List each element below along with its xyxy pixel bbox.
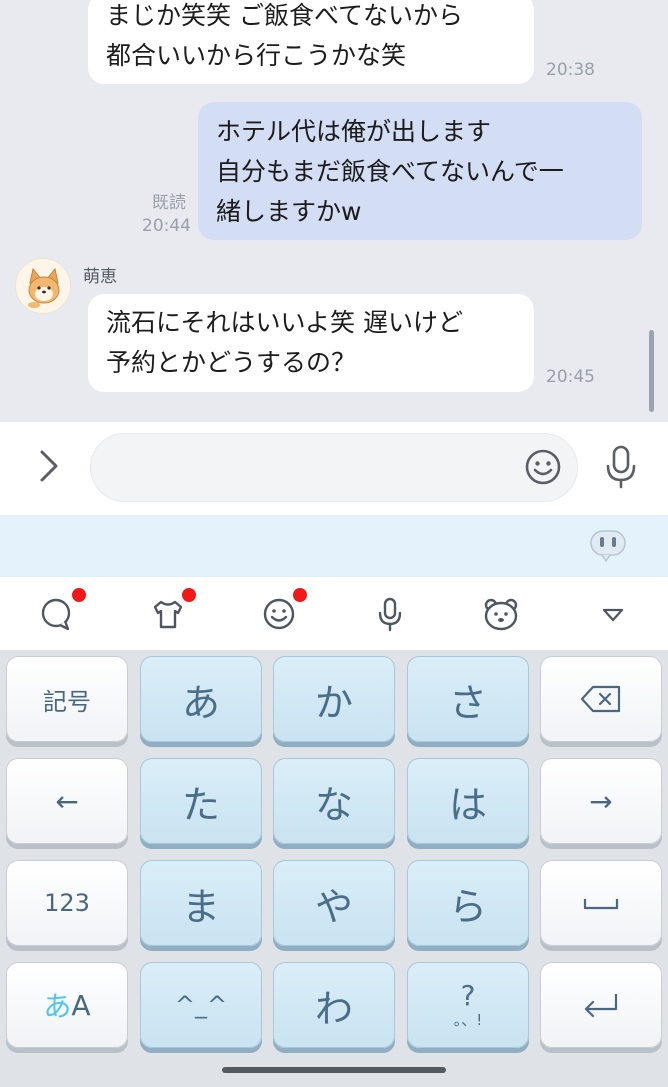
- outgoing-message-bubble[interactable]: ホテル代は俺が出します 自分もまだ飯食べてないんで一 緒しますかw: [198, 102, 642, 240]
- punctuation-key[interactable]: ? 。、!: [407, 962, 529, 1048]
- key-label: な: [314, 782, 353, 827]
- key-label: ←: [55, 784, 79, 818]
- toolbar-chat-button[interactable]: [38, 588, 86, 634]
- key-label: あ: [181, 680, 220, 725]
- key-ka[interactable]: か: [273, 656, 395, 742]
- key-a[interactable]: あ: [140, 656, 262, 742]
- key-label: や: [314, 884, 353, 929]
- space-icon: [583, 899, 619, 910]
- key-ya[interactable]: や: [273, 860, 395, 946]
- key-sa[interactable]: さ: [407, 656, 529, 742]
- key-ma[interactable]: ま: [140, 860, 262, 946]
- keyboard-toolbar: [0, 577, 668, 650]
- message-text-line: まじか笑笑 ご飯食べてないから: [106, 1, 463, 30]
- key-na[interactable]: な: [273, 758, 395, 844]
- flick-keyboard: 記号 あ か さ ← た な は → 123 ま や ら あ A ^_^ わ ?…: [0, 650, 668, 1087]
- microphone-icon: [606, 445, 636, 489]
- toolbar-collapse-button[interactable]: [593, 594, 633, 634]
- key-label: ^_^: [174, 991, 228, 1019]
- bot-icon: [590, 530, 626, 563]
- message-timestamp: 20:45: [546, 367, 595, 387]
- message-text-line: 都合いいから行こうかな笑: [106, 41, 407, 70]
- bear-face-icon: [484, 598, 518, 631]
- space-key[interactable]: [540, 860, 662, 946]
- mode-hiragana-label: あ: [43, 990, 72, 1023]
- key-label: ?: [460, 979, 476, 1012]
- key-label: は: [448, 782, 487, 827]
- key-label: さ: [448, 680, 487, 725]
- microphone-icon: [378, 597, 402, 632]
- key-sublabel: 。、!: [453, 1011, 483, 1029]
- enter-key[interactable]: [540, 962, 662, 1048]
- message-input-bar: [0, 422, 668, 515]
- shiba-dog-avatar-icon: [28, 267, 60, 308]
- avatar[interactable]: [15, 258, 71, 314]
- key-label: 123: [44, 889, 90, 917]
- sender-name: 萌恵: [83, 267, 117, 287]
- emoji-button[interactable]: [524, 448, 562, 486]
- key-label: わ: [314, 986, 353, 1031]
- number-mode-key[interactable]: 123: [6, 860, 128, 946]
- assistant-bot-button[interactable]: [588, 527, 628, 563]
- enter-icon: [584, 994, 618, 1018]
- incoming-message-bubble[interactable]: まじか笑笑 ご飯食べてないから 都合いいから行こうかな笑: [88, 0, 534, 84]
- message-text-line: 流石にそれはいいよ笑 遅いけど: [106, 308, 463, 337]
- message-text-line: 緒しますかw: [216, 197, 362, 226]
- cursor-right-key[interactable]: →: [540, 758, 662, 844]
- backspace-key[interactable]: [540, 656, 662, 742]
- voice-input-button[interactable]: [602, 444, 640, 490]
- collapse-triangle-icon: [602, 608, 624, 622]
- notification-dot: [293, 588, 307, 602]
- mode-alpha-label: A: [71, 988, 91, 1022]
- chat-bubble-icon: [41, 598, 71, 631]
- key-wa[interactable]: わ: [273, 962, 395, 1048]
- notification-dot: [72, 588, 86, 602]
- key-label: ま: [181, 884, 220, 929]
- toolbar-voice-button[interactable]: [370, 594, 410, 634]
- key-label: →: [589, 784, 613, 818]
- expand-menu-button[interactable]: [30, 446, 70, 486]
- key-ra[interactable]: ら: [407, 860, 529, 946]
- incoming-message-bubble[interactable]: 流石にそれはいいよ笑 遅いけど 予約とかどうするの？: [88, 294, 534, 392]
- key-ha[interactable]: は: [407, 758, 529, 844]
- message-timestamp: 20:44: [142, 216, 191, 236]
- suggestion-strip: [0, 515, 668, 577]
- smiley-icon: [263, 598, 295, 630]
- cursor-left-key[interactable]: ←: [6, 758, 128, 844]
- message-input[interactable]: [90, 433, 578, 502]
- key-label: か: [314, 680, 353, 725]
- tshirt-icon: [153, 600, 183, 629]
- chat-scrollbar[interactable]: [649, 330, 654, 412]
- emoji-icon: [525, 449, 561, 485]
- key-label: ら: [448, 884, 487, 929]
- key-label: た: [181, 782, 220, 827]
- toolbar-emoji-button[interactable]: [259, 588, 307, 634]
- backspace-icon: [580, 685, 621, 713]
- read-receipt: 既読: [152, 193, 186, 213]
- key-ta[interactable]: た: [140, 758, 262, 844]
- chevron-right-icon: [40, 450, 58, 482]
- symbols-key[interactable]: 記号: [6, 656, 128, 742]
- message-text-line: ホテル代は俺が出します: [216, 117, 492, 146]
- notification-dot: [182, 588, 196, 602]
- toolbar-theme-button[interactable]: [148, 588, 196, 634]
- message-text-line: 自分もまだ飯食べてないんで一: [216, 157, 564, 186]
- toolbar-sticker-button[interactable]: [481, 594, 521, 634]
- key-label: 記号: [43, 687, 91, 716]
- home-indicator[interactable]: [222, 1067, 446, 1073]
- chat-area[interactable]: まじか笑笑 ご飯食べてないから 都合いいから行こうかな笑 20:38 ホテル代は…: [0, 0, 668, 422]
- message-timestamp: 20:38: [546, 60, 595, 80]
- message-text-line: 予約とかどうするの？: [106, 348, 357, 377]
- input-mode-key[interactable]: あ A: [6, 962, 128, 1048]
- kaomoji-key[interactable]: ^_^: [140, 962, 262, 1048]
